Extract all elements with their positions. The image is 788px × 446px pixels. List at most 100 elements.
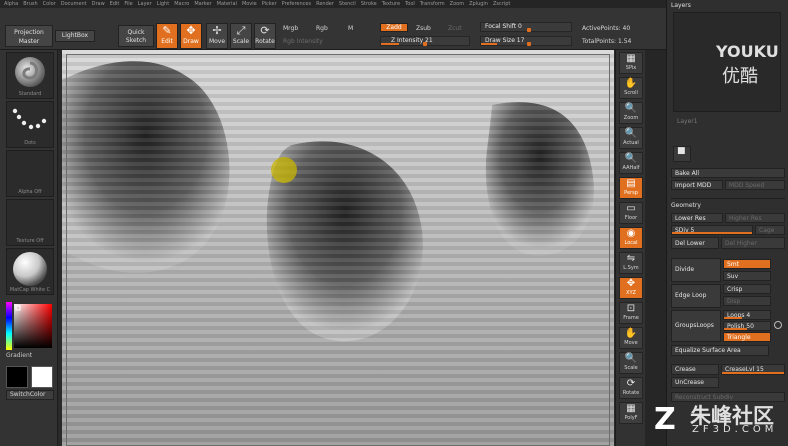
menu-alpha[interactable]: Alpha	[4, 0, 23, 8]
sdiv-slider[interactable]: SDiv 5	[671, 225, 753, 235]
lightbox-button[interactable]: LightBox	[55, 30, 95, 42]
menu-stencil[interactable]: Stencil	[339, 0, 361, 8]
alpha-thumbnail[interactable]: Alpha Off	[6, 150, 54, 197]
youku-watermark-en: YOUKU	[716, 42, 779, 61]
crisp-toggle[interactable]: Crisp	[723, 284, 771, 294]
scale-button[interactable]: 🔍 Scale	[619, 352, 643, 374]
geometry-title[interactable]: Geometry	[671, 202, 701, 209]
menu-stroke[interactable]: Stroke	[361, 0, 382, 8]
zadd-button[interactable]: Zadd	[380, 23, 408, 32]
spix-button[interactable]: ▦ SPix	[619, 52, 643, 74]
color-picker[interactable]	[6, 302, 54, 350]
uncrease-button[interactable]: UnCrease	[671, 377, 719, 388]
z-intensity-slider[interactable]: Z Intensity 21	[380, 36, 470, 46]
polyf-button[interactable]: ▦ PolyF	[619, 402, 643, 424]
move-button[interactable]: ✋ Move	[619, 327, 643, 349]
menu-preferences[interactable]: Preferences	[282, 0, 316, 8]
persp-button[interactable]: ▤ Persp	[619, 177, 643, 199]
local-button[interactable]: ◉ Local	[619, 227, 643, 249]
scroll-button[interactable]: ✋ Scroll	[619, 77, 643, 99]
rotate-button[interactable]: ⟳ Rotate	[619, 377, 643, 399]
quick-sketch-button[interactable]: Quick Sketch	[118, 25, 154, 47]
groupsloops-button[interactable]: GroupsLoops	[671, 310, 721, 342]
draw-size-slider[interactable]: Draw Size 17	[480, 36, 572, 46]
frame-icon: ⊡	[626, 303, 636, 314]
zoom-button[interactable]: 🔍 Zoom	[619, 102, 643, 124]
mrgb-button[interactable]: Mrgb	[283, 25, 298, 32]
menu-file[interactable]: File	[124, 0, 137, 8]
brush-thumbnail[interactable]: Standard	[6, 52, 54, 99]
menu-light[interactable]: Light	[157, 0, 174, 8]
edge-loop-button[interactable]: Edge Loop	[671, 284, 721, 308]
m-button[interactable]: M	[348, 25, 353, 32]
crease-button[interactable]: Crease	[671, 364, 719, 375]
creaselvl-slider[interactable]: CreaseLvl 15	[721, 364, 785, 375]
gradient-toggle[interactable]: Gradient	[6, 352, 32, 359]
menu-movie[interactable]: Movie	[242, 0, 262, 8]
higher-res-button[interactable]: Higher Res	[725, 213, 785, 223]
menu-picker[interactable]: Picker	[262, 0, 282, 8]
rgb-button[interactable]: Rgb	[316, 25, 328, 32]
xyz-button[interactable]: ✥ XYZ	[619, 277, 643, 299]
triangle-toggle[interactable]: Triangle	[723, 332, 771, 342]
new-layer-button[interactable]: ■	[673, 146, 691, 162]
menu-document[interactable]: Document	[61, 0, 92, 8]
actual-button[interactable]: 🔍 Actual	[619, 127, 643, 149]
disp-toggle[interactable]: Disp	[723, 296, 771, 306]
aahalf-button[interactable]: 🔍 AAHalf	[619, 152, 643, 174]
rotate-button[interactable]: ⟳ Rotate	[254, 23, 276, 49]
menu-macro[interactable]: Macro	[174, 0, 194, 8]
smt-toggle[interactable]: Smt	[723, 259, 771, 269]
lower-res-button[interactable]: Lower Res	[671, 213, 723, 223]
menu-zscript[interactable]: Zscript	[493, 0, 515, 8]
equalize-surface-area-button[interactable]: Equalize Surface Area	[671, 345, 769, 356]
polish-slider[interactable]: Polish 50	[723, 321, 771, 331]
import-mdd-button[interactable]: Import MDD	[671, 180, 723, 190]
lsym-button[interactable]: ⇋ L.Sym	[619, 252, 643, 274]
floor-button[interactable]: ▭ Floor	[619, 202, 643, 224]
material-thumbnail[interactable]: MatCap White C	[6, 248, 54, 295]
menu-texture[interactable]: Texture	[382, 0, 405, 8]
texture-thumbnail[interactable]: Texture Off	[6, 199, 54, 246]
cage-button[interactable]: Cage	[755, 225, 785, 235]
menu-transform[interactable]: Transform	[420, 0, 450, 8]
menu-tool[interactable]: Tool	[405, 0, 420, 8]
zcut-button[interactable]: Zcut	[448, 25, 462, 32]
menu-draw[interactable]: Draw	[92, 0, 110, 8]
loops-slider[interactable]: Loops 4	[723, 310, 771, 320]
menu-material[interactable]: Material	[217, 0, 242, 8]
frame-button[interactable]: ⊡ Frame	[619, 302, 643, 324]
document-viewport[interactable]	[62, 50, 614, 446]
menu-brush[interactable]: Brush	[23, 0, 42, 8]
rgb-intensity-slider[interactable]: Rgb Intensity	[283, 38, 323, 45]
mdd-speed-slider[interactable]: MDD Speed	[725, 180, 785, 190]
bake-all-button[interactable]: Bake All	[671, 168, 785, 178]
menu-edit[interactable]: Edit	[110, 0, 125, 8]
layers-title[interactable]: Layers	[671, 2, 691, 9]
menu-zplugin[interactable]: Zplugin	[469, 0, 493, 8]
panel-splitter[interactable]	[645, 50, 666, 446]
divide-button[interactable]: Divide	[671, 258, 721, 282]
move-button[interactable]: ✢ Move	[206, 23, 228, 49]
menu-layer[interactable]: Layer	[138, 0, 157, 8]
edit-button[interactable]: ✎ Edit	[156, 23, 178, 49]
projection-master-button[interactable]: Projection Master	[5, 25, 53, 47]
menu-marker[interactable]: Marker	[194, 0, 216, 8]
menu-render[interactable]: Render	[316, 0, 339, 8]
stroke-label: Dots	[24, 140, 36, 146]
focal-shift-slider[interactable]: Focal Shift 0	[480, 22, 572, 32]
secondary-color-swatch[interactable]	[31, 366, 53, 388]
main-color-swatch[interactable]	[6, 366, 28, 388]
switchcolor-button[interactable]: SwitchColor	[6, 390, 54, 400]
menu-color[interactable]: Color	[43, 0, 61, 8]
del-higher-button[interactable]: Del Higher	[721, 237, 785, 249]
suv-toggle[interactable]: Suv	[723, 271, 771, 281]
zsub-button[interactable]: Zsub	[416, 25, 431, 32]
scale-button[interactable]: ⤢ Scale	[230, 23, 252, 49]
draw-button[interactable]: ✥ Draw	[180, 23, 202, 49]
polish-option-radio[interactable]	[774, 321, 782, 329]
del-lower-button[interactable]: Del Lower	[671, 237, 719, 249]
menu-zoom[interactable]: Zoom	[450, 0, 469, 8]
stroke-thumbnail[interactable]: Dots	[6, 101, 54, 148]
rotate-icon: ⟳	[626, 378, 636, 389]
